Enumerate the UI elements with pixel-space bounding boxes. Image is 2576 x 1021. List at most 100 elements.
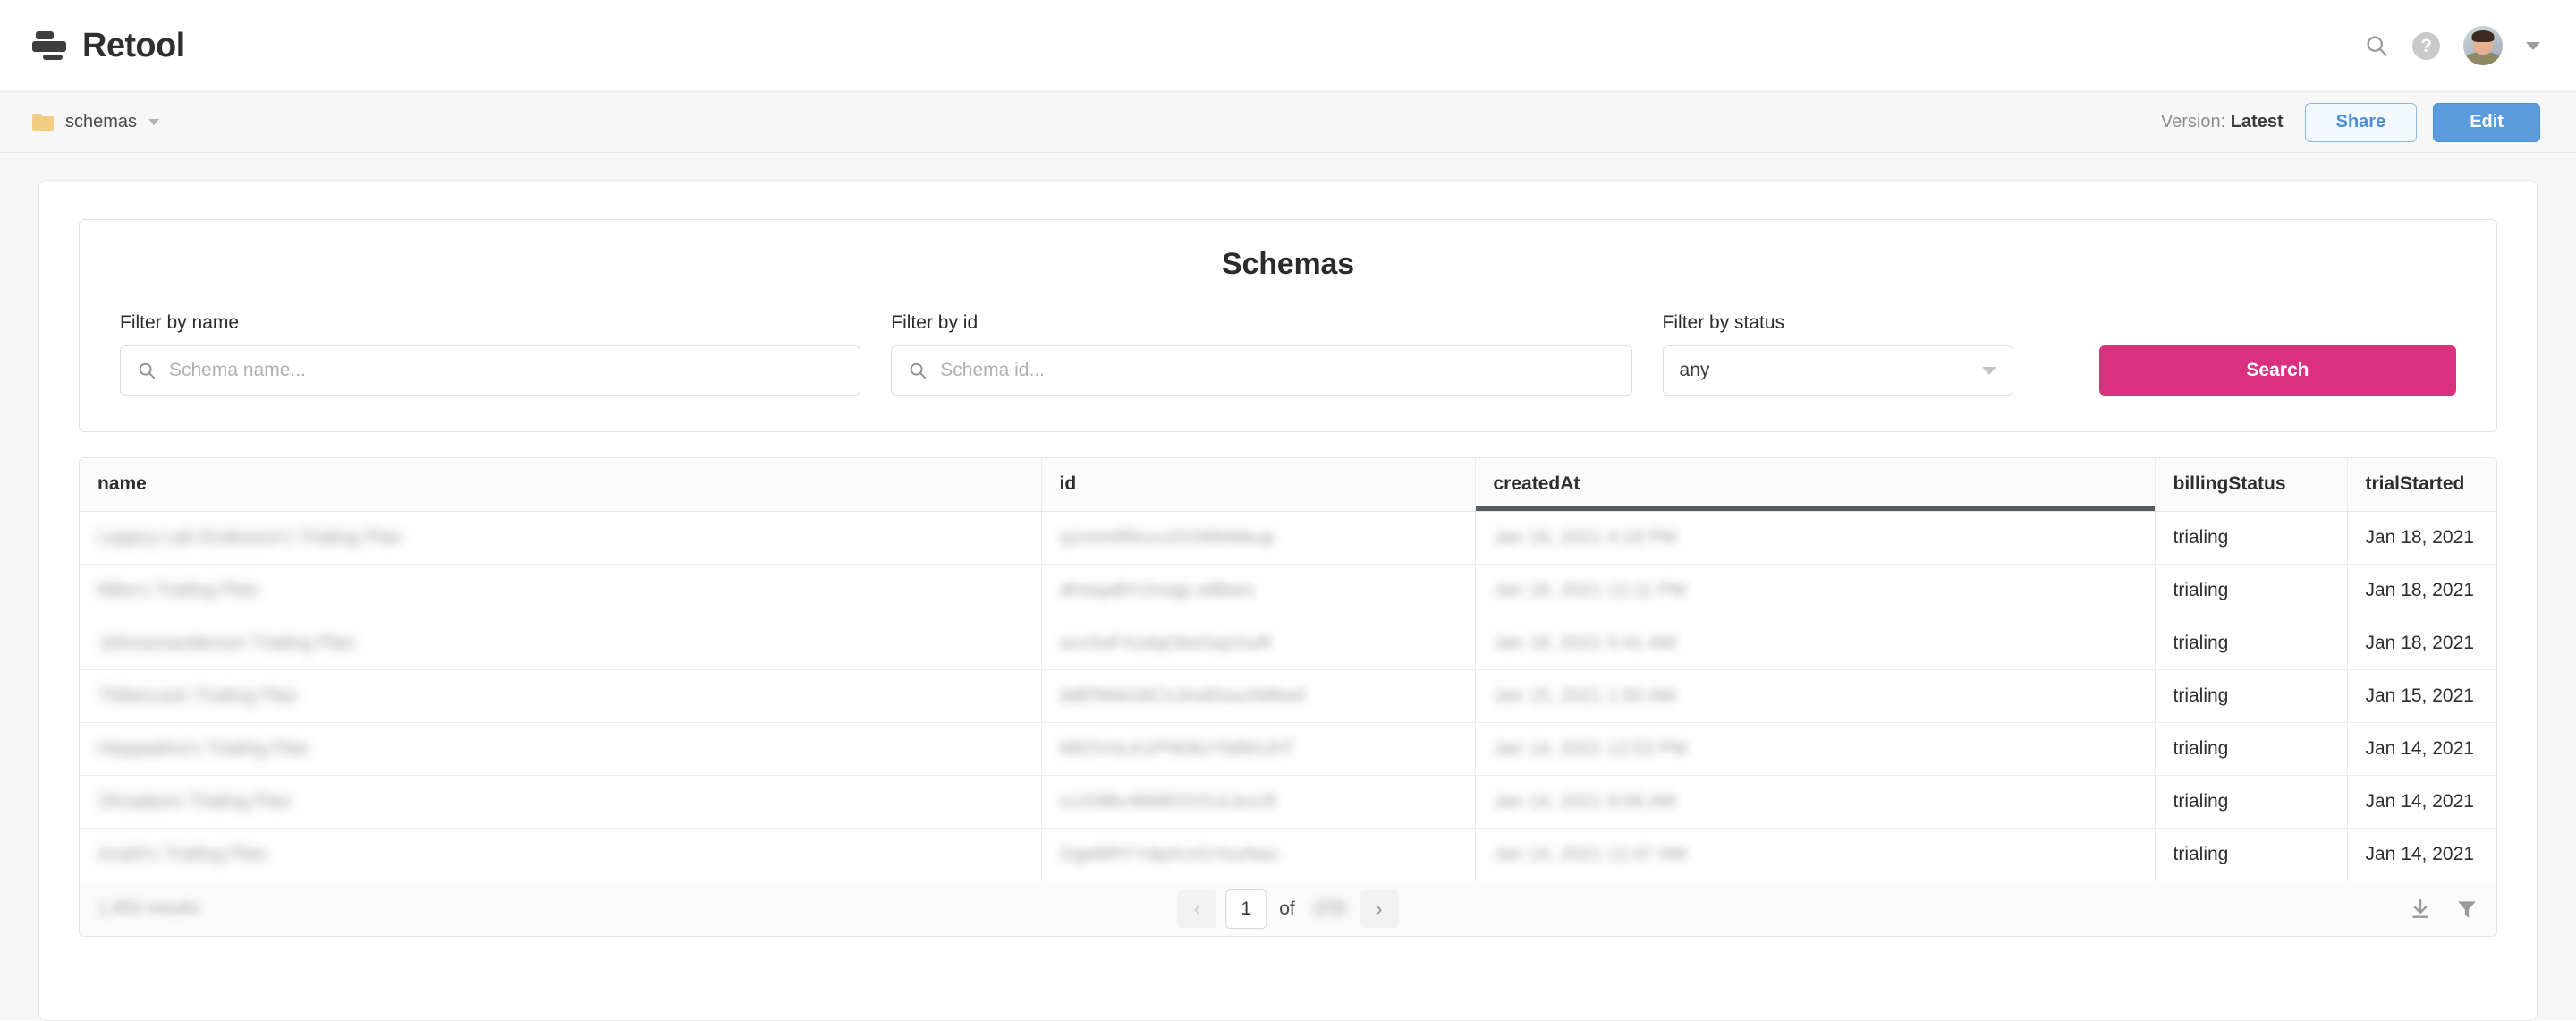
table-footer-actions: [2409, 898, 2479, 921]
cell-createdat: Jan 18, 2021 5:41 AM: [1475, 617, 2156, 670]
cell-trialstarted: Jan 14, 2021: [2365, 843, 2474, 864]
schemas-table: name id createdAt billingStatus trialSta…: [79, 457, 2497, 937]
app-canvas: Schemas Filter by name Schema name... Fi…: [0, 153, 2576, 1021]
cell-id: q1mm0f0cxv1hO89Akkup: [1041, 511, 1476, 565]
column-header-id[interactable]: id: [1041, 458, 1476, 512]
filter-by-status-group: Filter by status any: [1662, 312, 2013, 396]
status-select-value: any: [1679, 360, 1710, 380]
search-id-placeholder: Schema id...: [940, 360, 1045, 380]
version-prefix: Version:: [2160, 112, 2231, 132]
search-name-placeholder: Schema name...: [169, 360, 306, 380]
app-subheader: schemas Version: Latest Share Edit: [0, 92, 2576, 153]
top-navigation-bar: Retool ?: [0, 0, 2576, 92]
cell-trialstarted: Jan 18, 2021: [2347, 511, 2496, 565]
cell-id: dHoqaBX1hsqp.s8Barx: [1041, 564, 1476, 617]
search-button-group: Search: [2098, 345, 2456, 396]
filter-row: Filter by name Schema name... Filter by …: [120, 312, 2456, 396]
cell-id: ocxSsFXzdqObsGqzGuR: [1041, 617, 1476, 670]
prev-page-button[interactable]: ‹: [1177, 889, 1217, 928]
avatar[interactable]: [2463, 26, 2503, 65]
top-nav-actions: ?: [2364, 26, 2540, 65]
search-icon: [139, 362, 156, 379]
page-number-input[interactable]: [1225, 889, 1267, 929]
cell-trialstarted: Jan 14, 2021: [2347, 775, 2496, 829]
folder-icon: [32, 114, 54, 131]
funnel-icon[interactable]: [2455, 898, 2479, 921]
cell-billingstatus: trialing: [2155, 511, 2348, 565]
table-row[interactable]: Johnsonanderson Trialing Plan ocxSsFXzdq…: [80, 617, 2496, 670]
column-header-trialstarted[interactable]: trialStarted: [2347, 458, 2496, 512]
version-value: Latest: [2230, 112, 2284, 132]
cell-name: Thibeccam Trialing Plan: [80, 669, 1042, 723]
cell-createdat: Jan 14, 2021 9:08 AM: [1475, 775, 2156, 829]
page-title: Schemas: [1222, 247, 1354, 281]
chevron-down-icon[interactable]: [148, 119, 160, 125]
next-page-button[interactable]: ›: [1359, 889, 1399, 928]
total-pages: 279: [1313, 898, 1345, 919]
table-row[interactable]: Thibeccam Trialing Plan ddEfWeG6CnJmdGou…: [80, 669, 2496, 723]
filter-by-name-group: Filter by name Schema name...: [120, 312, 861, 396]
filter-by-name-label: Filter by name: [120, 312, 240, 333]
table-footer: 1,950 results ‹ of 279 ›: [80, 881, 2496, 936]
table-row[interactable]: Legacy Lab Endeavor's Trialing Plan q1mm…: [80, 511, 2496, 565]
cell-name: Legacy Lab Endeavor's Trialing Plan: [80, 511, 1042, 565]
table-row[interactable]: Mike's Trialing Plan dHoqaBX1hsqp.s8Barx…: [80, 564, 2496, 617]
cell-createdat: Jan 14, 2021 12:53 PM: [1475, 722, 2156, 776]
breadcrumb-label: schemas: [65, 112, 138, 132]
cell-name: Johnsonanderson Trialing Plan: [80, 617, 1042, 670]
schemas-table-element: name id createdAt billingStatus trialSta…: [80, 458, 2496, 881]
cell-createdat: Jan 18, 2021 4:18 PM: [1475, 511, 2156, 565]
cell-billingstatus: trialing: [2155, 828, 2348, 881]
cell-billingstatus: trialing: [2155, 722, 2348, 776]
chevron-down-icon: [1981, 366, 1996, 375]
pagination: ‹ of 279 ›: [1177, 889, 1399, 929]
cell-billingstatus: trialing: [2155, 617, 2348, 670]
cell-id: GgeBRYYdqXcxGYouNau: [1041, 828, 1476, 881]
edit-button[interactable]: Edit: [2433, 102, 2540, 142]
cell-name: Heppadino's Trialing Plan: [80, 722, 1042, 776]
cell-billingstatus: trialing: [2155, 775, 2348, 829]
share-button[interactable]: Share: [2304, 102, 2418, 142]
search-icon[interactable]: [2364, 33, 2389, 58]
search-name-input[interactable]: Schema name...: [120, 345, 861, 396]
version-label: Version: Latest: [2161, 112, 2284, 132]
cell-trialstarted: Jan 18, 2021: [2347, 564, 2496, 617]
cell-trialstarted: Jan 14, 2021: [2347, 722, 2496, 776]
chevron-down-icon[interactable]: [2526, 41, 2540, 50]
download-icon[interactable]: [2409, 898, 2432, 921]
cell-id: cUX8Bc4B8B3XXULbcU9: [1041, 775, 1476, 829]
cell-billingstatus: trialing: [2155, 669, 2348, 723]
cell-billingstatus: trialing: [2155, 564, 2348, 617]
app-container-card: Schemas Filter by name Schema name... Fi…: [38, 180, 2538, 1021]
table-row[interactable]: Shradanni Trialing Plan cUX8Bc4B8B3XXULb…: [80, 775, 2496, 829]
column-header-name[interactable]: name: [80, 458, 1042, 512]
retool-mark-icon: [32, 30, 70, 62]
filter-by-id-label: Filter by id: [891, 312, 979, 333]
subheader-actions: Version: Latest Share Edit: [2161, 102, 2540, 142]
search-button[interactable]: Search: [2098, 345, 2456, 396]
cell-name: Shradanni Trialing Plan: [80, 775, 1042, 829]
table-body: Legacy Lab Endeavor's Trialing Plan q1mm…: [80, 511, 2496, 881]
retool-logo[interactable]: Retool: [32, 27, 185, 65]
table-row[interactable]: Heppadino's Trialing Plan 6BOVnLK1PhEBzY…: [80, 722, 2496, 776]
cell-trialstarted: Jan 15, 2021: [2347, 669, 2496, 723]
cell-createdat: Jan 18, 2021 12:11 PM: [1475, 564, 2156, 617]
filter-by-status-label: Filter by status: [1662, 312, 1785, 333]
brand-name: Retool: [82, 26, 185, 64]
table-row[interactable]: Anahi's Trialing Plan GgeBRYYdqXcxGYouNa…: [80, 828, 2496, 881]
cell-createdat: Jan 15, 2021 1:50 AM: [1475, 669, 2156, 723]
table-header-row: name id createdAt billingStatus trialSta…: [80, 458, 2496, 512]
of-label: of: [1279, 898, 1295, 919]
breadcrumb[interactable]: schemas: [32, 112, 160, 132]
status-select[interactable]: any: [1662, 345, 2013, 396]
cell-trialstarted: Jan 18, 2021: [2347, 617, 2496, 670]
help-icon[interactable]: ?: [2412, 31, 2440, 60]
filter-panel: Schemas Filter by name Schema name... Fi…: [79, 219, 2497, 432]
cell-name: Anahi's Trialing Plan: [80, 828, 1042, 881]
results-count: 1,950 results: [97, 898, 200, 918]
filter-by-id-group: Filter by id Schema id...: [891, 312, 1632, 396]
search-id-input[interactable]: Schema id...: [891, 345, 1632, 396]
column-header-createdat[interactable]: createdAt: [1475, 458, 2156, 512]
cell-createdat: Jan 14, 2021 12:47 AM: [1475, 828, 2156, 881]
column-header-billingstatus[interactable]: billingStatus: [2155, 458, 2348, 512]
